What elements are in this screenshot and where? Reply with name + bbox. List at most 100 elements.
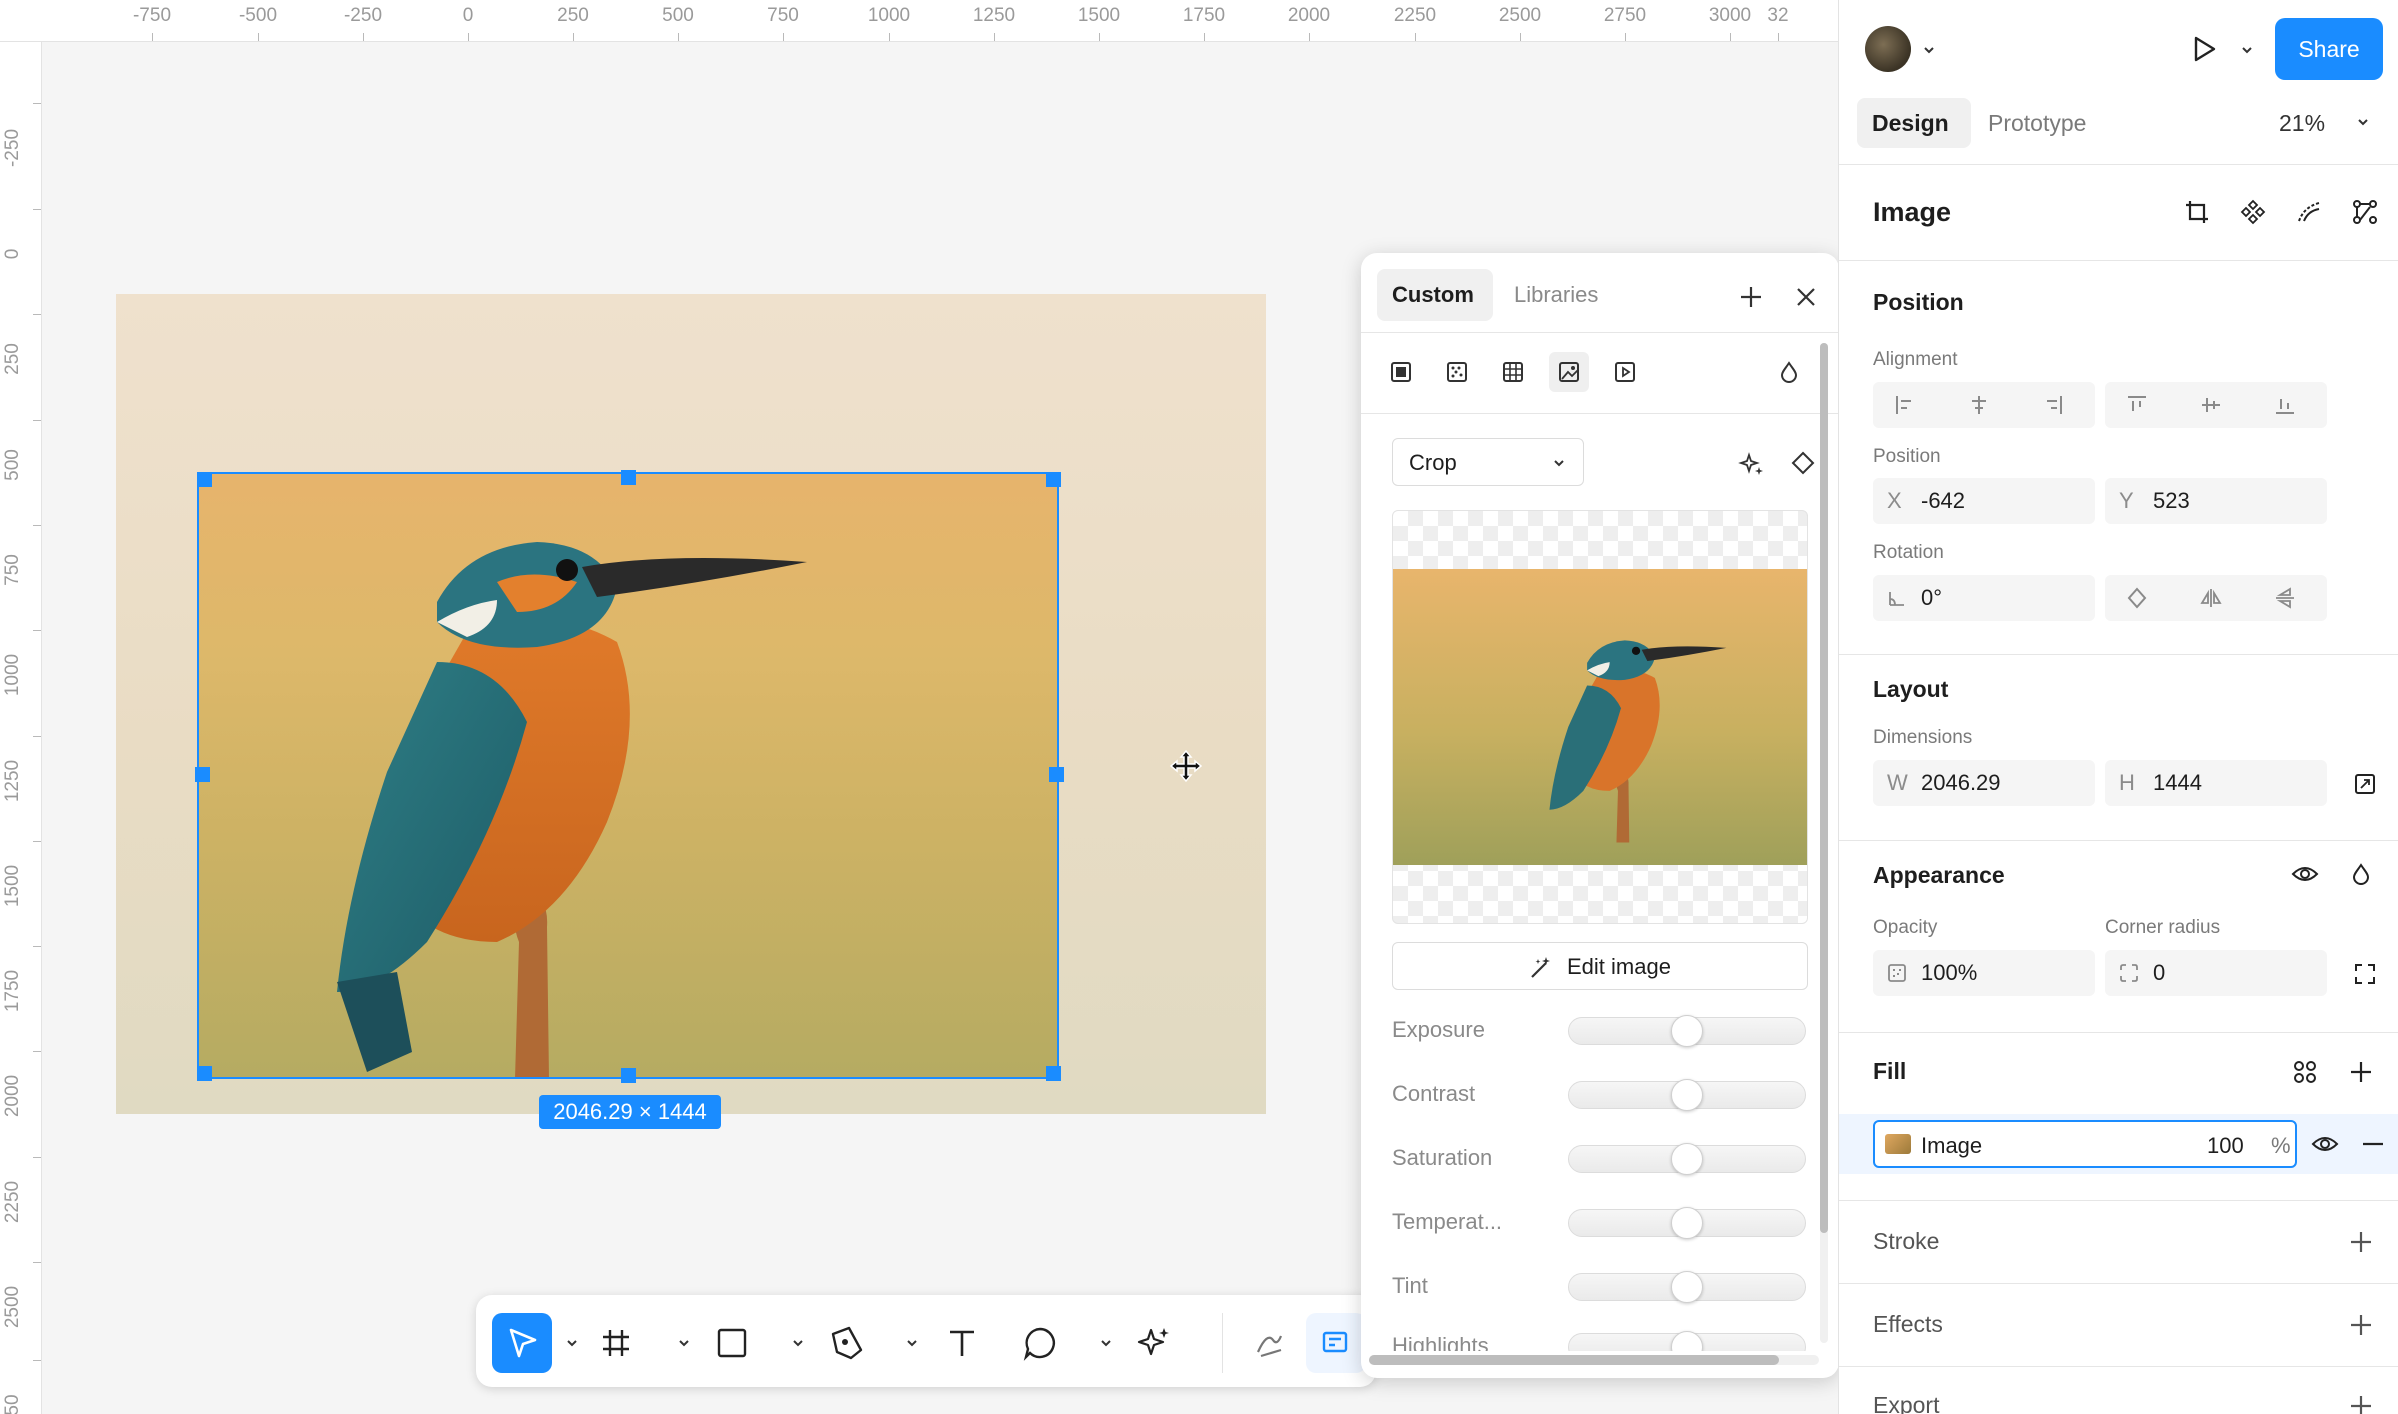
opacity-input[interactable]: 100% bbox=[1873, 950, 2095, 996]
divider bbox=[1839, 1032, 2398, 1033]
dev-mode-button[interactable] bbox=[1306, 1313, 1366, 1373]
ruler-top-label: 2250 bbox=[1393, 5, 1437, 26]
align-left-icon[interactable] bbox=[1885, 386, 1925, 424]
resize-handle-bottom-left[interactable] bbox=[197, 1066, 212, 1081]
vertical-scrollbar-track[interactable] bbox=[1820, 343, 1828, 1343]
ruler-tick bbox=[1520, 33, 1521, 41]
ruler-tick bbox=[1099, 33, 1100, 41]
resize-handle-top-left[interactable] bbox=[197, 472, 212, 487]
chevron-down-icon[interactable] bbox=[790, 1335, 806, 1351]
x-position-input[interactable]: X -642 bbox=[1873, 478, 2095, 524]
horizontal-scrollbar-thumb[interactable] bbox=[1369, 1355, 1779, 1365]
text-tool-button[interactable] bbox=[932, 1313, 992, 1373]
ruler-tick bbox=[33, 525, 41, 526]
y-position-input[interactable]: Y 523 bbox=[2105, 478, 2327, 524]
align-center-horizontal-icon[interactable] bbox=[1959, 386, 1999, 424]
zoom-level[interactable]: 21% bbox=[2279, 110, 2325, 137]
fill-section-title: Fill bbox=[1873, 1058, 1907, 1084]
fill-layer-item[interactable]: Image 100 % bbox=[1873, 1120, 2297, 1168]
flip-horizontal-icon[interactable] bbox=[2191, 579, 2231, 617]
mask-icon[interactable] bbox=[2289, 192, 2329, 232]
shape-tool-button[interactable] bbox=[702, 1313, 762, 1373]
remove-fill-icon[interactable] bbox=[2353, 1124, 2393, 1164]
move-tool-button[interactable] bbox=[492, 1313, 552, 1373]
flip-vertical-icon[interactable] bbox=[2265, 579, 2305, 617]
vector-network-icon[interactable] bbox=[2345, 192, 2385, 232]
add-stroke-icon[interactable] bbox=[2341, 1222, 2381, 1262]
ruler-tick bbox=[33, 1360, 41, 1361]
frame-tool-button[interactable] bbox=[586, 1313, 646, 1373]
slider-knob[interactable] bbox=[1671, 1079, 1703, 1111]
independent-corners-icon[interactable] bbox=[2345, 954, 2385, 994]
divider bbox=[1839, 654, 2398, 655]
divider bbox=[1839, 1366, 2398, 1367]
styles-grid-icon[interactable] bbox=[2285, 1052, 2325, 1092]
ai-actions-button[interactable] bbox=[1124, 1313, 1184, 1373]
present-play-icon[interactable] bbox=[2183, 28, 2225, 70]
chevron-down-icon[interactable] bbox=[1098, 1335, 1114, 1351]
align-middle-vertical-icon[interactable] bbox=[2191, 386, 2231, 424]
image-swatch[interactable] bbox=[1885, 1134, 1911, 1154]
dimensions-label: Dimensions bbox=[1873, 727, 1973, 748]
x-value: -642 bbox=[1921, 488, 1966, 513]
resize-handle-top-right[interactable] bbox=[1046, 472, 1061, 487]
resize-handle-bottom-right[interactable] bbox=[1046, 1066, 1061, 1081]
resize-handle-left[interactable] bbox=[195, 767, 210, 782]
vertical-scrollbar-thumb[interactable] bbox=[1820, 343, 1828, 1233]
fill-visibility-eye-icon[interactable] bbox=[2305, 1124, 2345, 1164]
y-prefix: Y bbox=[2119, 488, 2134, 513]
add-effect-icon[interactable] bbox=[2341, 1305, 2381, 1345]
ruler-top: -750 -500 -250 0 250 500 750 1000 1250 1500 1750 20… bbox=[0, 0, 1838, 42]
slider-knob[interactable] bbox=[1671, 1015, 1703, 1047]
chevron-down-icon[interactable] bbox=[2355, 114, 2371, 130]
chevron-down-icon[interactable] bbox=[1921, 42, 1937, 58]
draw-mode-button[interactable] bbox=[1240, 1313, 1300, 1373]
chevron-down-icon[interactable] bbox=[904, 1335, 920, 1351]
ruler-tick bbox=[889, 33, 890, 41]
chevron-down-icon[interactable] bbox=[676, 1335, 692, 1351]
layout-section-title: Layout bbox=[1873, 676, 1949, 702]
slider-knob[interactable] bbox=[1671, 1143, 1703, 1175]
align-bottom-icon[interactable] bbox=[2265, 386, 2305, 424]
ruler-tick bbox=[33, 1157, 41, 1158]
slider-knob[interactable] bbox=[1671, 1207, 1703, 1239]
crop-icon[interactable] bbox=[2177, 192, 2217, 232]
appearance-section-title: Appearance bbox=[1873, 862, 2005, 888]
add-export-icon[interactable] bbox=[2341, 1386, 2381, 1414]
horizontal-scrollbar-track[interactable] bbox=[1369, 1355, 1819, 1365]
blend-mode-icon[interactable] bbox=[2341, 854, 2381, 894]
resize-to-fit-icon[interactable] bbox=[2345, 764, 2385, 804]
comment-tool-button[interactable] bbox=[1010, 1313, 1070, 1373]
ruler-top-label: 2750 bbox=[1603, 5, 1647, 26]
chevron-down-icon[interactable] bbox=[564, 1335, 580, 1351]
corner-radius-value: 0 bbox=[2153, 960, 2166, 985]
pen-tool-button[interactable] bbox=[816, 1313, 876, 1373]
slider-knob[interactable] bbox=[1671, 1271, 1703, 1303]
component-icon[interactable] bbox=[2233, 192, 2273, 232]
resize-handle-bottom[interactable] bbox=[621, 1068, 636, 1083]
align-right-icon[interactable] bbox=[2033, 386, 2073, 424]
rotation-input[interactable]: 0° bbox=[1873, 575, 2095, 621]
chevron-down-icon[interactable] bbox=[2239, 42, 2255, 58]
fill-opacity[interactable]: 100 bbox=[2207, 1133, 2244, 1159]
resize-handle-top[interactable] bbox=[621, 470, 636, 485]
opacity-icon bbox=[1888, 964, 1906, 982]
ruler-tick bbox=[33, 103, 41, 104]
tab-prototype[interactable]: Prototype bbox=[1988, 110, 2086, 137]
divider bbox=[1839, 260, 2398, 261]
ruler-top-label: 1000 bbox=[867, 5, 911, 26]
tab-design[interactable]: Design bbox=[1872, 110, 1949, 137]
width-input[interactable]: W 2046.29 bbox=[1873, 760, 2095, 806]
ruler-left-label: 1000 bbox=[2, 653, 23, 697]
rotate-90-icon[interactable] bbox=[2117, 579, 2157, 617]
corner-radius-input[interactable]: 0 bbox=[2105, 950, 2327, 996]
avatar[interactable] bbox=[1865, 26, 1911, 72]
resize-handle-right[interactable] bbox=[1049, 767, 1064, 782]
share-button[interactable]: Share bbox=[2275, 18, 2383, 80]
selection-frame[interactable] bbox=[197, 472, 1059, 1079]
add-fill-icon[interactable] bbox=[2341, 1052, 2381, 1092]
align-top-icon[interactable] bbox=[2117, 386, 2157, 424]
height-input[interactable]: H 1444 bbox=[2105, 760, 2327, 806]
eye-icon[interactable] bbox=[2285, 854, 2325, 894]
properties-panel: Share Design Prototype 21% Image Positio… bbox=[1838, 0, 2398, 1414]
